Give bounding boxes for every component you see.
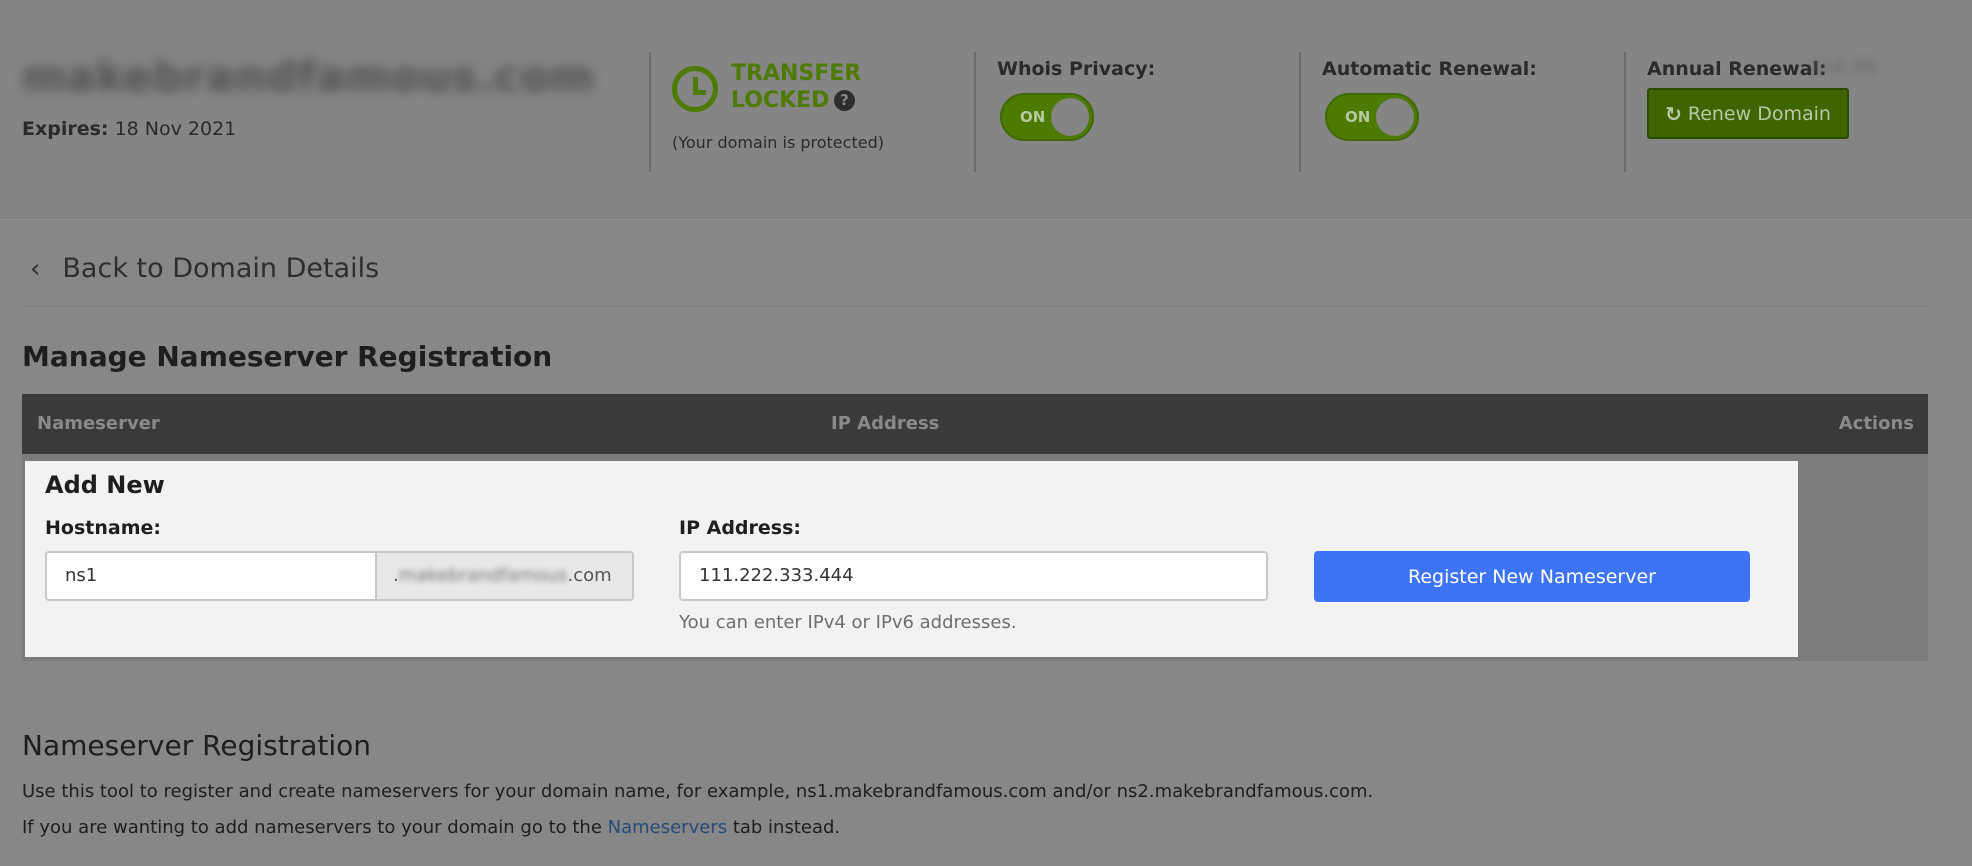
- help-icon[interactable]: ?: [834, 90, 855, 111]
- nameserver-table-header: Nameserver IP Address Actions: [22, 394, 1928, 454]
- expires-label: Expires:: [22, 118, 109, 140]
- whois-privacy-label: Whois Privacy:: [997, 58, 1156, 80]
- toggle-on-label: ON: [1020, 108, 1046, 126]
- hostname-input[interactable]: ns1: [45, 551, 376, 601]
- domain-header: makebrandfamous.com Expires: 18 Nov 2021…: [0, 0, 1972, 218]
- suffix-tld: .com: [567, 565, 612, 586]
- info-note-prefix: If you are wanting to add nameservers to…: [22, 817, 608, 838]
- divider: [22, 306, 1928, 307]
- auto-renewal-label: Automatic Renewal:: [1322, 58, 1537, 80]
- transfer-line1: TRANSFER: [731, 61, 862, 86]
- expires-date: 18 Nov 2021: [114, 118, 237, 140]
- info-section-title: Nameserver Registration: [22, 729, 371, 762]
- toggle-knob: [1051, 98, 1089, 136]
- add-new-title: Add New: [45, 471, 165, 499]
- chevron-left-icon: ‹: [30, 253, 41, 284]
- header-divider: [649, 52, 651, 172]
- transfer-subtext: (Your domain is protected): [672, 133, 884, 152]
- info-description: Use this tool to register and create nam…: [22, 781, 1374, 802]
- register-nameserver-button[interactable]: Register New Nameserver: [1314, 551, 1750, 602]
- annual-renewal-label: Annual Renewal:: [1647, 58, 1827, 80]
- page-title: Manage Nameserver Registration: [22, 340, 553, 373]
- renew-button-label: Renew Domain: [1687, 102, 1831, 125]
- expiry-info: Expires: 18 Nov 2021: [22, 118, 236, 140]
- ip-address-label: IP Address:: [679, 517, 801, 539]
- nameservers-tab-link[interactable]: Nameservers: [608, 817, 727, 838]
- auto-renewal-toggle[interactable]: ON: [1325, 93, 1419, 141]
- info-note-suffix: tab instead.: [727, 817, 841, 838]
- column-header-actions: Actions: [1838, 413, 1914, 434]
- refresh-icon: ↻: [1665, 101, 1682, 126]
- ip-address-input[interactable]: 111.222.333.444: [679, 551, 1268, 601]
- toggle-knob: [1376, 98, 1414, 136]
- suffix-domain-blurred: makebrandfamous: [398, 565, 568, 586]
- back-link-label: Back to Domain Details: [62, 253, 380, 284]
- header-divider: [974, 52, 976, 172]
- add-nameserver-panel: Add New Hostname: ns1 .makebrandfamous.c…: [25, 461, 1798, 657]
- whois-privacy-toggle[interactable]: ON: [1000, 93, 1094, 141]
- renew-domain-button[interactable]: ↻ Renew Domain: [1647, 88, 1849, 139]
- hostname-domain-suffix: .makebrandfamous.com: [375, 551, 634, 601]
- column-header-ip-address: IP Address: [831, 413, 940, 434]
- back-to-domain-details-link[interactable]: ‹ Back to Domain Details: [30, 253, 379, 284]
- info-nameservers-note: If you are wanting to add nameservers to…: [22, 817, 840, 838]
- annual-renewal-price: $18.99: [1810, 56, 1877, 78]
- toggle-on-label: ON: [1345, 108, 1371, 126]
- header-divider: [1299, 52, 1301, 172]
- ip-address-hint: You can enter IPv4 or IPv6 addresses.: [679, 612, 1017, 633]
- column-header-nameserver: Nameserver: [37, 413, 160, 434]
- header-divider: [1624, 52, 1626, 172]
- clock-lock-icon: [672, 66, 718, 112]
- suffix-dot: .: [393, 565, 399, 586]
- domain-name: makebrandfamous.com: [22, 52, 596, 101]
- hostname-label: Hostname:: [45, 517, 161, 539]
